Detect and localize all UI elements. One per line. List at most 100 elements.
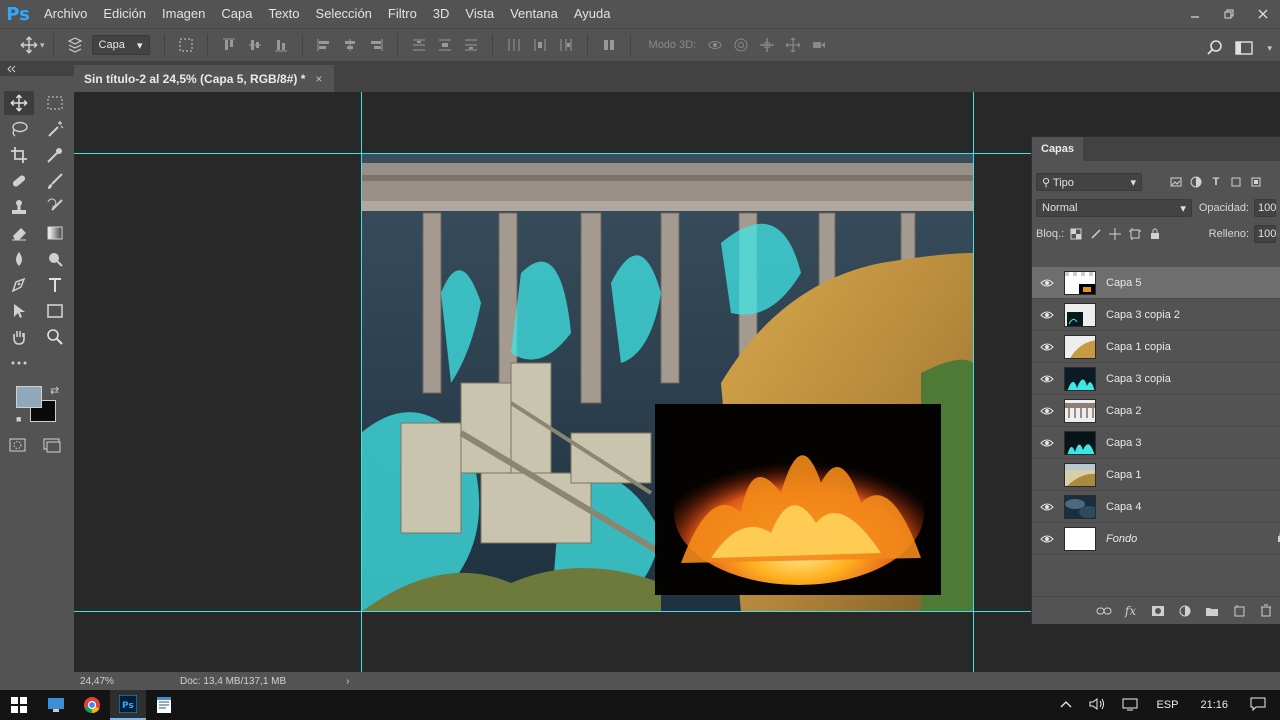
layer-filter-kind-dropdown[interactable]: ⚲ Tipo ▾	[1036, 173, 1142, 191]
menu-archivo[interactable]: Archivo	[36, 0, 95, 28]
menu-vista[interactable]: Vista	[457, 0, 502, 28]
menu-ayuda[interactable]: Ayuda	[566, 0, 619, 28]
pan-3d-icon[interactable]	[754, 32, 780, 58]
layer-row[interactable]: Capa 3 copia	[1032, 363, 1280, 395]
zoom-tool[interactable]	[40, 325, 70, 349]
layer-row[interactable]: Capa 5	[1032, 267, 1280, 299]
gradient-tool[interactable]	[40, 221, 70, 245]
screen-mode-icon[interactable]	[42, 436, 62, 457]
adjustment-layer-icon[interactable]	[1171, 605, 1198, 617]
marquee-tool[interactable]	[40, 91, 70, 115]
layer-row[interactable]: Capa 3 copia 2	[1032, 299, 1280, 331]
crop-tool[interactable]	[4, 143, 34, 167]
pen-tool[interactable]	[4, 273, 34, 297]
menu-3d[interactable]: 3D	[425, 0, 458, 28]
tools-panel-header[interactable]	[0, 62, 74, 76]
align-right-icon[interactable]	[363, 32, 389, 58]
layer-row[interactable]: Capa 4	[1032, 491, 1280, 523]
action-center-icon[interactable]	[1242, 697, 1280, 714]
volume-icon[interactable]	[1080, 697, 1114, 714]
menu-ventana[interactable]: Ventana	[502, 0, 566, 28]
zoom-level-field[interactable]: 24,47%	[74, 676, 138, 687]
add-mask-icon[interactable]	[1144, 605, 1171, 617]
close-icon[interactable]	[1246, 0, 1280, 28]
document-canvas[interactable]	[361, 153, 973, 612]
workspace-icon[interactable]	[1232, 35, 1258, 61]
default-colors-icon[interactable]: ■	[16, 414, 21, 424]
align-vcenter-icon[interactable]	[242, 32, 268, 58]
visibility-eye-icon[interactable]	[1032, 310, 1062, 320]
menu-imagen[interactable]: Imagen	[154, 0, 213, 28]
filter-smart-object-icon[interactable]	[1246, 173, 1266, 191]
network-icon[interactable]	[1114, 697, 1148, 714]
rectangle-tool[interactable]	[40, 299, 70, 323]
lasso-tool[interactable]	[4, 117, 34, 141]
tool-preset-chevron-icon[interactable]: ▾	[40, 40, 45, 51]
layer-row[interactable]: Capa 3	[1032, 427, 1280, 459]
link-layers-icon[interactable]	[1090, 606, 1117, 616]
lock-position-icon[interactable]	[1106, 225, 1126, 243]
distribute-vcenter-icon[interactable]	[432, 32, 458, 58]
align-left-icon[interactable]	[311, 32, 337, 58]
language-indicator[interactable]: ESP	[1148, 699, 1186, 711]
menu-capa[interactable]: Capa	[213, 0, 260, 28]
dodge-tool[interactable]	[40, 247, 70, 271]
visibility-eye-icon[interactable]	[1032, 534, 1062, 544]
transform-controls-icon[interactable]	[173, 32, 199, 58]
auto-select-dropdown[interactable]: Capa ▾	[91, 35, 150, 55]
clone-stamp-tool[interactable]	[4, 195, 34, 219]
eyedropper-tool[interactable]	[40, 143, 70, 167]
slide-3d-icon[interactable]	[780, 32, 806, 58]
filter-shape-icon[interactable]	[1226, 173, 1246, 191]
status-menu-arrow-icon[interactable]: ›	[346, 676, 349, 687]
swap-colors-icon[interactable]: ⇄	[50, 384, 59, 397]
filter-adjustment-icon[interactable]	[1186, 173, 1206, 191]
distribute-right-icon[interactable]	[553, 32, 579, 58]
type-tool[interactable]	[40, 273, 70, 297]
hand-tool[interactable]	[4, 325, 34, 349]
scale-3d-icon[interactable]	[806, 32, 832, 58]
menu-edicion[interactable]: Edición	[95, 0, 154, 28]
lock-pixels-icon[interactable]	[1086, 225, 1106, 243]
roll-3d-icon[interactable]	[728, 32, 754, 58]
magic-wand-tool[interactable]	[40, 117, 70, 141]
menu-filtro[interactable]: Filtro	[380, 0, 425, 28]
move-tool[interactable]	[4, 91, 34, 115]
lock-all-icon[interactable]	[1145, 225, 1165, 243]
desktop-app-icon[interactable]	[38, 690, 74, 720]
history-brush-tool[interactable]	[40, 195, 70, 219]
blur-tool[interactable]	[4, 247, 34, 271]
new-layer-icon[interactable]	[1225, 604, 1252, 617]
restore-icon[interactable]	[1212, 0, 1246, 28]
document-tab[interactable]: Sin título-2 al 24,5% (Capa 5, RGB/8#) *…	[74, 65, 335, 92]
visibility-eye-icon[interactable]	[1032, 342, 1062, 352]
distribute-hcenter-icon[interactable]	[527, 32, 553, 58]
distribute-top-icon[interactable]	[406, 32, 432, 58]
visibility-eye-icon[interactable]	[1032, 502, 1062, 512]
move-tool-icon[interactable]	[16, 32, 42, 58]
menu-seleccion[interactable]: Selección	[308, 0, 380, 28]
fill-field[interactable]: 100	[1254, 225, 1276, 243]
quick-mask-icon[interactable]	[8, 436, 28, 457]
foreground-color[interactable]	[16, 386, 42, 408]
visibility-toggle-off[interactable]	[1032, 470, 1062, 480]
layer-row[interactable]: Capa 1	[1032, 459, 1280, 491]
align-bottom-icon[interactable]	[268, 32, 294, 58]
distribute-left-icon[interactable]	[501, 32, 527, 58]
minimize-icon[interactable]	[1178, 0, 1212, 28]
path-selection-tool[interactable]	[4, 299, 34, 323]
clock[interactable]: 21:16	[1186, 699, 1242, 711]
orbit-3d-icon[interactable]	[702, 32, 728, 58]
notepad-icon[interactable]	[146, 690, 182, 720]
auto-align-icon[interactable]	[596, 32, 622, 58]
lock-artboard-icon[interactable]	[1125, 225, 1145, 243]
filter-pixel-icon[interactable]	[1166, 173, 1186, 191]
chrome-icon[interactable]	[74, 690, 110, 720]
more-tools-icon[interactable]	[4, 351, 34, 375]
tab-capas[interactable]: Capas	[1032, 137, 1084, 161]
menu-texto[interactable]: Texto	[260, 0, 307, 28]
filter-type-icon[interactable]: T	[1206, 173, 1226, 191]
windows-start-icon[interactable]	[0, 690, 38, 720]
distribute-bottom-icon[interactable]	[458, 32, 484, 58]
layer-row[interactable]: Capa 1 copia	[1032, 331, 1280, 363]
